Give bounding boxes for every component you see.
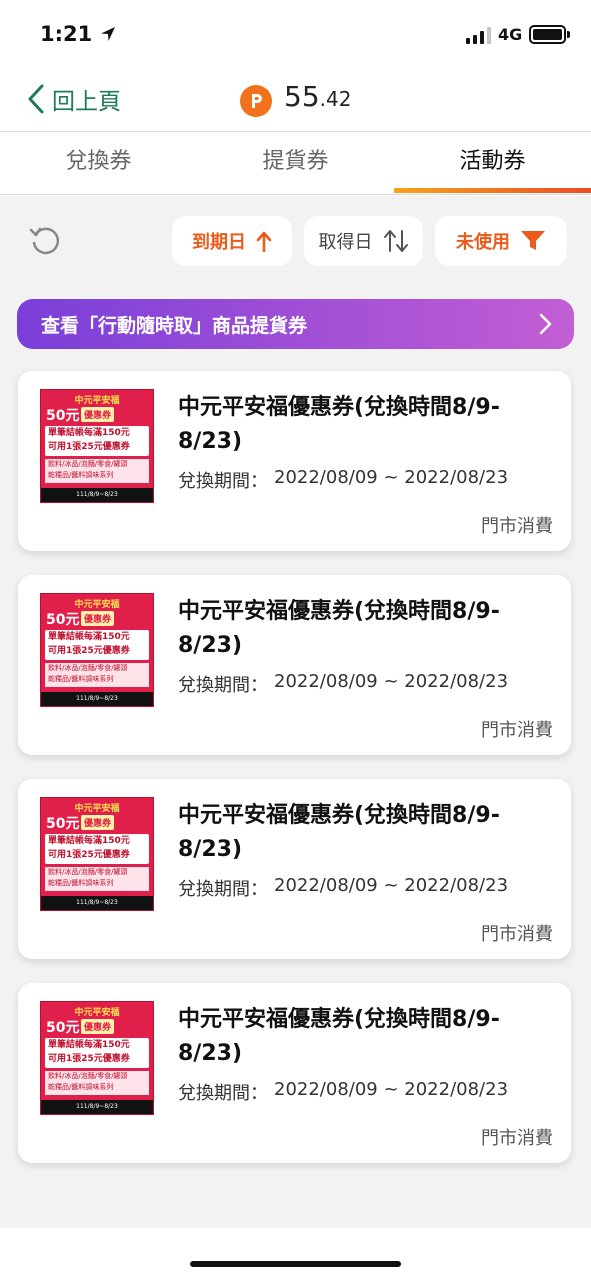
coupon-period: 兌換期間： 2022/08/09 ~ 2022/08/23 xyxy=(178,1079,509,1104)
tab-bar: 兌換券 提貨券 活動券 xyxy=(0,133,591,195)
tab-event[interactable]: 活動券 xyxy=(394,133,591,194)
battery-tip xyxy=(567,31,570,38)
back-label: 回上頁 xyxy=(52,89,121,115)
location-arrow-icon xyxy=(101,27,116,41)
mobile-pickup-banner[interactable]: 查看「行動隨時取」商品提貨券 xyxy=(17,299,574,349)
coupon-card[interactable]: 中元平安福 50元 優惠券 單筆結帳每滿150元 可用1張25元優惠券 飲料/冰品… xyxy=(18,575,571,755)
coupon-usage-tag: 門市消費 xyxy=(481,1128,553,1149)
sort-up-down-icon xyxy=(383,230,408,252)
coupon-usage-tag: 門市消費 xyxy=(481,720,553,741)
header: 回上頁 55.42 xyxy=(0,70,591,132)
coupon-title: 中元平安福優惠券(兌換時間8/9-8/23) xyxy=(178,803,500,862)
status-bar: 1:21 4G xyxy=(0,0,591,70)
active-tab-indicator xyxy=(394,188,591,193)
home-indicator[interactable] xyxy=(190,1261,401,1267)
coupon-image: 中元平安福 50元 優惠券 單筆結帳每滿150元 可用1張25元優惠券 飲料/冰品… xyxy=(40,389,154,503)
time-text: 1:21 xyxy=(40,22,93,46)
chevron-right-icon xyxy=(539,313,552,335)
points-display[interactable]: 55.42 xyxy=(240,80,351,117)
coupon-period: 兌換期間： 2022/08/09 ~ 2022/08/23 xyxy=(178,467,509,492)
tab-pickup[interactable]: 提貨券 xyxy=(197,133,394,194)
refresh-icon[interactable] xyxy=(28,224,62,258)
sort-acquired-button[interactable]: 取得日 xyxy=(304,216,423,266)
coupon-card[interactable]: 中元平安福 50元 優惠券 單筆結帳每滿150元 可用1張25元優惠券 飲料/冰品… xyxy=(18,983,571,1163)
tab-exchange[interactable]: 兌換券 xyxy=(0,133,197,194)
filter-funnel-icon xyxy=(521,231,545,250)
coupon-card[interactable]: 中元平安福 50元 優惠券 單筆結帳每滿150元 可用1張25元優惠券 飲料/冰品… xyxy=(18,371,571,551)
coupon-title: 中元平安福優惠券(兌換時間8/9-8/23) xyxy=(178,1007,500,1066)
coupon-usage-tag: 門市消費 xyxy=(481,924,553,945)
network-type: 4G xyxy=(498,25,523,44)
coupon-title: 中元平安福優惠券(兌換時間8/9-8/23) xyxy=(178,599,500,658)
battery-icon xyxy=(529,25,566,44)
banner-text: 查看「行動隨時取」商品提貨券 xyxy=(41,314,308,337)
coupon-title: 中元平安福優惠券(兌換時間8/9-8/23) xyxy=(178,395,500,454)
status-filter-label: 未使用 xyxy=(456,232,510,253)
coupon-image: 中元平安福 50元 優惠券 單筆結帳每滿150元 可用1張25元優惠券 飲料/冰品… xyxy=(40,593,154,707)
points-decimal: .42 xyxy=(319,87,352,111)
bottom-safe-area xyxy=(0,1228,591,1279)
coupon-usage-tag: 門市消費 xyxy=(481,516,553,537)
sort-expiry-label: 到期日 xyxy=(192,232,246,253)
coupon-period: 兌換期間： 2022/08/09 ~ 2022/08/23 xyxy=(178,875,509,900)
coupon-image: 中元平安福 50元 優惠券 單筆結帳每滿150元 可用1張25元優惠券 飲料/冰品… xyxy=(40,1001,154,1115)
coupon-period: 兌換期間： 2022/08/09 ~ 2022/08/23 xyxy=(178,671,509,696)
sort-acquired-label: 取得日 xyxy=(318,232,373,253)
points-main: 55 xyxy=(284,80,320,113)
chevron-left-icon xyxy=(28,84,44,114)
points-value: 55.42 xyxy=(284,80,351,113)
status-filter-button[interactable]: 未使用 xyxy=(435,216,567,266)
cellular-signal-icon xyxy=(466,26,491,44)
back-button[interactable]: 回上頁 xyxy=(26,82,121,116)
coupon-card[interactable]: 中元平安福 50元 優惠券 單筆結帳每滿150元 可用1張25元優惠券 飲料/冰品… xyxy=(18,779,571,959)
points-p-icon xyxy=(240,85,272,117)
status-time: 1:21 xyxy=(40,22,118,46)
coupon-image: 中元平安福 50元 優惠券 單筆結帳每滿150元 可用1張25元優惠券 飲料/冰品… xyxy=(40,797,154,911)
arrow-up-icon xyxy=(256,231,272,252)
sort-expiry-button[interactable]: 到期日 xyxy=(172,216,292,266)
